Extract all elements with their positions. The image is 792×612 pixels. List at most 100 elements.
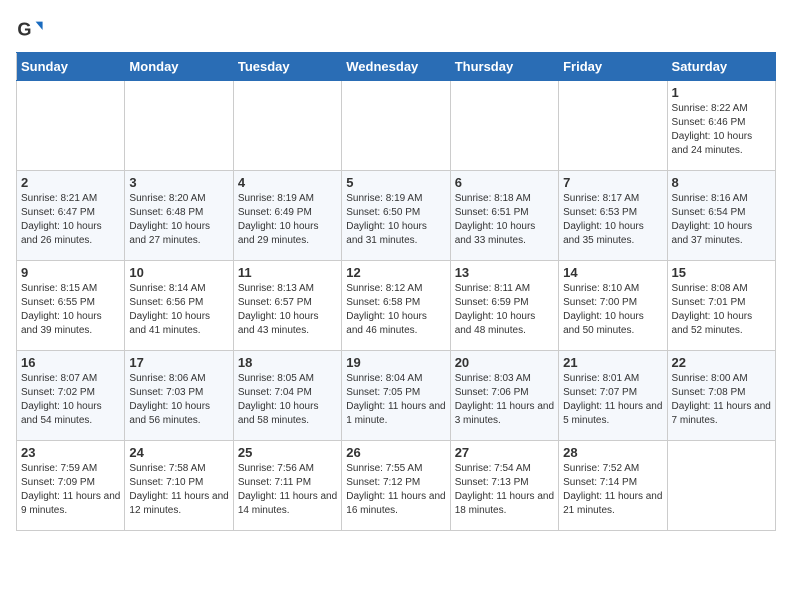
day-cell: 25 Sunrise: 7:56 AM Sunset: 7:11 PM Dayli… <box>233 441 341 531</box>
day-cell: 6 Sunrise: 8:18 AM Sunset: 6:51 PM Daylig… <box>450 171 558 261</box>
day-cell <box>17 81 125 171</box>
day-cell <box>125 81 233 171</box>
day-cell: 23 Sunrise: 7:59 AM Sunset: 7:09 PM Dayli… <box>17 441 125 531</box>
week-row-5: 23 Sunrise: 7:59 AM Sunset: 7:09 PM Dayli… <box>17 441 776 531</box>
day-cell: 26 Sunrise: 7:55 AM Sunset: 7:12 PM Dayli… <box>342 441 450 531</box>
day-info: Sunrise: 7:55 AM Sunset: 7:12 PM Dayligh… <box>346 462 445 518</box>
day-cell: 2 Sunrise: 8:21 AM Sunset: 6:47 PM Daylig… <box>17 171 125 261</box>
day-cell: 12 Sunrise: 8:12 AM Sunset: 6:58 PM Dayli… <box>342 261 450 351</box>
day-cell: 18 Sunrise: 8:05 AM Sunset: 7:04 PM Dayli… <box>233 351 341 441</box>
day-number: 11 <box>238 265 337 280</box>
day-info: Sunrise: 8:04 AM Sunset: 7:05 PM Dayligh… <box>346 372 445 428</box>
day-number: 24 <box>129 445 228 460</box>
day-info: Sunrise: 8:05 AM Sunset: 7:04 PM Dayligh… <box>238 372 337 428</box>
day-info: Sunrise: 7:56 AM Sunset: 7:11 PM Dayligh… <box>238 462 337 518</box>
day-cell: 8 Sunrise: 8:16 AM Sunset: 6:54 PM Daylig… <box>667 171 775 261</box>
day-number: 12 <box>346 265 445 280</box>
day-cell: 4 Sunrise: 8:19 AM Sunset: 6:49 PM Daylig… <box>233 171 341 261</box>
day-number: 19 <box>346 355 445 370</box>
day-cell: 15 Sunrise: 8:08 AM Sunset: 7:01 PM Dayli… <box>667 261 775 351</box>
day-number: 1 <box>672 85 771 100</box>
svg-text:G: G <box>17 20 31 40</box>
day-cell: 28 Sunrise: 7:52 AM Sunset: 7:14 PM Dayli… <box>559 441 667 531</box>
logo-icon: G <box>16 16 44 44</box>
day-cell: 20 Sunrise: 8:03 AM Sunset: 7:06 PM Dayli… <box>450 351 558 441</box>
col-header-saturday: Saturday <box>667 53 775 81</box>
week-row-3: 9Sunrise: 8:15 AM Sunset: 6:55 PM Daylig… <box>17 261 776 351</box>
col-header-thursday: Thursday <box>450 53 558 81</box>
day-number: 18 <box>238 355 337 370</box>
day-number: 23 <box>21 445 120 460</box>
day-info: Sunrise: 8:06 AM Sunset: 7:03 PM Dayligh… <box>129 372 228 428</box>
col-header-tuesday: Tuesday <box>233 53 341 81</box>
day-number: 15 <box>672 265 771 280</box>
day-info: Sunrise: 8:19 AM Sunset: 6:49 PM Dayligh… <box>238 192 337 248</box>
day-cell: 19 Sunrise: 8:04 AM Sunset: 7:05 PM Dayli… <box>342 351 450 441</box>
day-cell: 21 Sunrise: 8:01 AM Sunset: 7:07 PM Dayli… <box>559 351 667 441</box>
calendar-header: SundayMondayTuesdayWednesdayThursdayFrid… <box>17 53 776 81</box>
header-row: SundayMondayTuesdayWednesdayThursdayFrid… <box>17 53 776 81</box>
day-info: Sunrise: 8:19 AM Sunset: 6:50 PM Dayligh… <box>346 192 445 248</box>
day-cell <box>342 81 450 171</box>
day-number: 5 <box>346 175 445 190</box>
day-cell <box>667 441 775 531</box>
day-cell: 11 Sunrise: 8:13 AM Sunset: 6:57 PM Dayli… <box>233 261 341 351</box>
day-number: 21 <box>563 355 662 370</box>
day-info: Sunrise: 8:15 AM Sunset: 6:55 PM Dayligh… <box>21 282 120 338</box>
day-number: 28 <box>563 445 662 460</box>
day-info: Sunrise: 8:21 AM Sunset: 6:47 PM Dayligh… <box>21 192 120 248</box>
day-info: Sunrise: 7:58 AM Sunset: 7:10 PM Dayligh… <box>129 462 228 518</box>
day-number: 26 <box>346 445 445 460</box>
day-cell: 10Sunrise: 8:14 AM Sunset: 6:56 PM Dayli… <box>125 261 233 351</box>
day-number: 20 <box>455 355 554 370</box>
col-header-friday: Friday <box>559 53 667 81</box>
day-info: Sunrise: 8:10 AM Sunset: 7:00 PM Dayligh… <box>563 282 662 338</box>
day-info: Sunrise: 8:03 AM Sunset: 7:06 PM Dayligh… <box>455 372 554 428</box>
page-header: G <box>16 16 776 44</box>
day-info: Sunrise: 8:22 AM Sunset: 6:46 PM Dayligh… <box>672 102 771 158</box>
week-row-4: 16Sunrise: 8:07 AM Sunset: 7:02 PM Dayli… <box>17 351 776 441</box>
day-cell: 27 Sunrise: 7:54 AM Sunset: 7:13 PM Dayli… <box>450 441 558 531</box>
day-info: Sunrise: 7:54 AM Sunset: 7:13 PM Dayligh… <box>455 462 554 518</box>
day-info: Sunrise: 8:07 AM Sunset: 7:02 PM Dayligh… <box>21 372 120 428</box>
day-cell <box>559 81 667 171</box>
day-cell: 22 Sunrise: 8:00 AM Sunset: 7:08 PM Dayli… <box>667 351 775 441</box>
day-info: Sunrise: 8:16 AM Sunset: 6:54 PM Dayligh… <box>672 192 771 248</box>
week-row-1: 1 Sunrise: 8:22 AM Sunset: 6:46 PM Daylig… <box>17 81 776 171</box>
day-cell: 16Sunrise: 8:07 AM Sunset: 7:02 PM Dayli… <box>17 351 125 441</box>
day-number: 14 <box>563 265 662 280</box>
day-cell: 3 Sunrise: 8:20 AM Sunset: 6:48 PM Daylig… <box>125 171 233 261</box>
day-number: 2 <box>21 175 120 190</box>
day-cell: 7 Sunrise: 8:17 AM Sunset: 6:53 PM Daylig… <box>559 171 667 261</box>
day-info: Sunrise: 8:18 AM Sunset: 6:51 PM Dayligh… <box>455 192 554 248</box>
day-cell: 1 Sunrise: 8:22 AM Sunset: 6:46 PM Daylig… <box>667 81 775 171</box>
day-number: 25 <box>238 445 337 460</box>
day-number: 27 <box>455 445 554 460</box>
col-header-wednesday: Wednesday <box>342 53 450 81</box>
day-info: Sunrise: 8:01 AM Sunset: 7:07 PM Dayligh… <box>563 372 662 428</box>
day-info: Sunrise: 8:17 AM Sunset: 6:53 PM Dayligh… <box>563 192 662 248</box>
day-number: 13 <box>455 265 554 280</box>
calendar-table: SundayMondayTuesdayWednesdayThursdayFrid… <box>16 52 776 531</box>
day-number: 3 <box>129 175 228 190</box>
day-cell: 5 Sunrise: 8:19 AM Sunset: 6:50 PM Daylig… <box>342 171 450 261</box>
day-info: Sunrise: 8:08 AM Sunset: 7:01 PM Dayligh… <box>672 282 771 338</box>
day-cell: 13Sunrise: 8:11 AM Sunset: 6:59 PM Dayli… <box>450 261 558 351</box>
col-header-monday: Monday <box>125 53 233 81</box>
day-number: 8 <box>672 175 771 190</box>
day-number: 10 <box>129 265 228 280</box>
logo: G <box>16 16 48 44</box>
day-info: Sunrise: 8:20 AM Sunset: 6:48 PM Dayligh… <box>129 192 228 248</box>
day-info: Sunrise: 7:52 AM Sunset: 7:14 PM Dayligh… <box>563 462 662 518</box>
day-info: Sunrise: 8:00 AM Sunset: 7:08 PM Dayligh… <box>672 372 771 428</box>
day-cell: 24 Sunrise: 7:58 AM Sunset: 7:10 PM Dayli… <box>125 441 233 531</box>
day-cell: 14 Sunrise: 8:10 AM Sunset: 7:00 PM Dayli… <box>559 261 667 351</box>
day-number: 6 <box>455 175 554 190</box>
day-cell <box>233 81 341 171</box>
day-number: 7 <box>563 175 662 190</box>
day-info: Sunrise: 8:12 AM Sunset: 6:58 PM Dayligh… <box>346 282 445 338</box>
day-info: Sunrise: 7:59 AM Sunset: 7:09 PM Dayligh… <box>21 462 120 518</box>
day-number: 22 <box>672 355 771 370</box>
day-number: 4 <box>238 175 337 190</box>
day-info: Sunrise: 8:13 AM Sunset: 6:57 PM Dayligh… <box>238 282 337 338</box>
